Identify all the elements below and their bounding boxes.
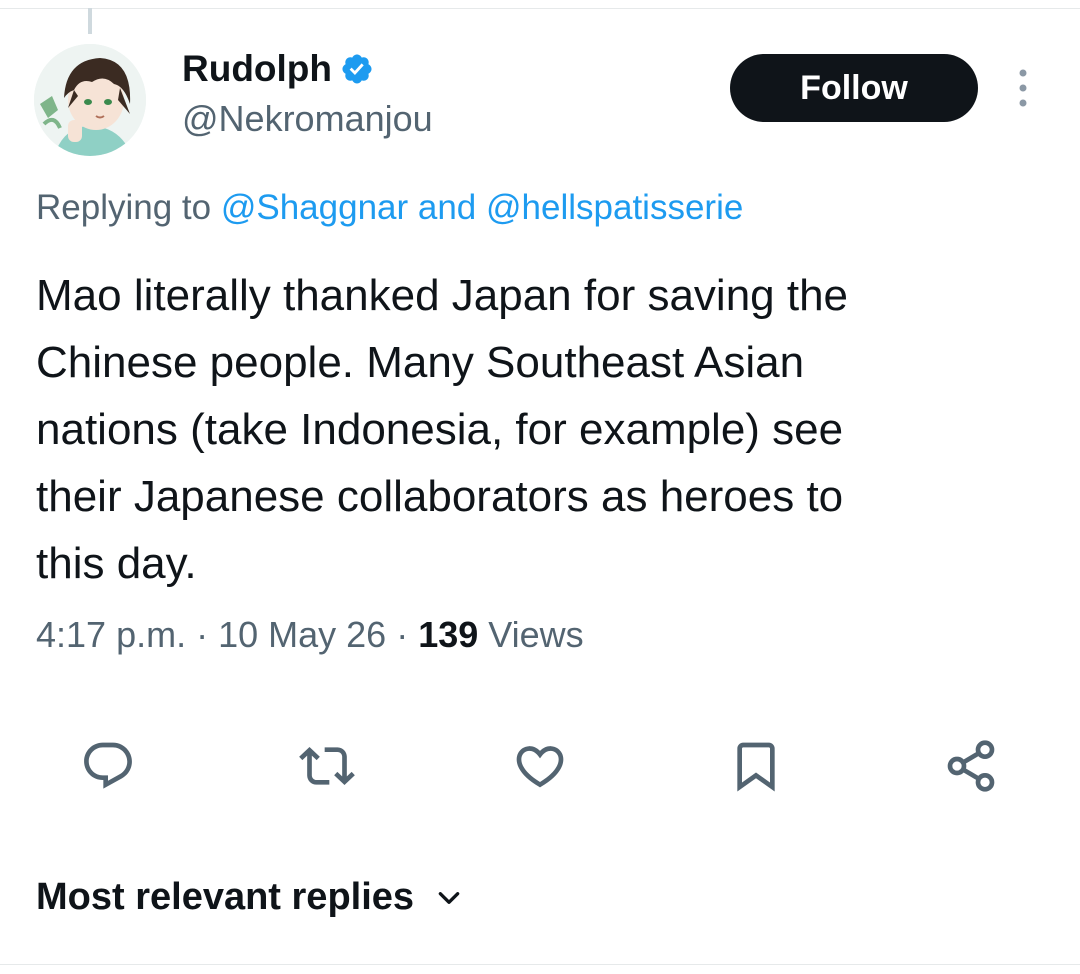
chevron-down-icon <box>438 891 460 904</box>
more-options-icon[interactable] <box>1008 66 1038 110</box>
replies-sort-dropdown[interactable]: Most relevant replies <box>36 876 462 919</box>
mention-link[interactable]: @Shaggnar <box>221 188 408 227</box>
thread-connector-line <box>88 8 92 34</box>
top-divider <box>0 0 1080 9</box>
bookmark-icon <box>737 742 775 792</box>
verified-badge-icon <box>342 54 372 84</box>
bottom-divider <box>0 964 1080 965</box>
mention-link[interactable]: @hellspatisserie <box>486 188 743 227</box>
replies-sort-label: Most relevant replies <box>36 876 415 918</box>
tweet-text: Mao literally thanked Japan for saving t… <box>36 271 849 588</box>
share-button[interactable] <box>941 736 1001 796</box>
reply-button[interactable] <box>78 736 138 796</box>
like-icon <box>516 746 564 788</box>
author-name[interactable]: Rudolph <box>182 48 332 90</box>
meta-separator: · <box>186 614 219 655</box>
tweet-metadata: 4:17 p.m. · 10 May 26 · 139 Views <box>36 614 584 656</box>
avatar[interactable] <box>34 44 146 156</box>
share-icon <box>947 740 995 792</box>
author-handle[interactable]: @Nekromanjou <box>182 98 433 140</box>
follow-button[interactable]: Follow <box>730 54 978 122</box>
avatar-image <box>34 44 146 156</box>
meta-separator: · <box>386 614 419 655</box>
author-row: Rudolph <box>182 48 374 90</box>
retweet-button[interactable] <box>297 736 357 796</box>
replying-to-line: Replying to @Shaggnar and @hellspatisser… <box>36 188 743 228</box>
reply-icon <box>84 742 132 789</box>
bookmark-button[interactable] <box>726 736 786 796</box>
replying-joiner: and <box>408 188 487 227</box>
tweet-time[interactable]: 4:17 p.m. <box>36 614 186 655</box>
replying-to-prefix: Replying to <box>36 188 221 227</box>
tweet-date[interactable]: 10 May 26 <box>218 614 386 655</box>
views-label: Views <box>478 614 584 655</box>
views-count: 139 <box>418 614 479 655</box>
retweet-icon <box>299 747 355 785</box>
like-button[interactable] <box>510 736 570 796</box>
